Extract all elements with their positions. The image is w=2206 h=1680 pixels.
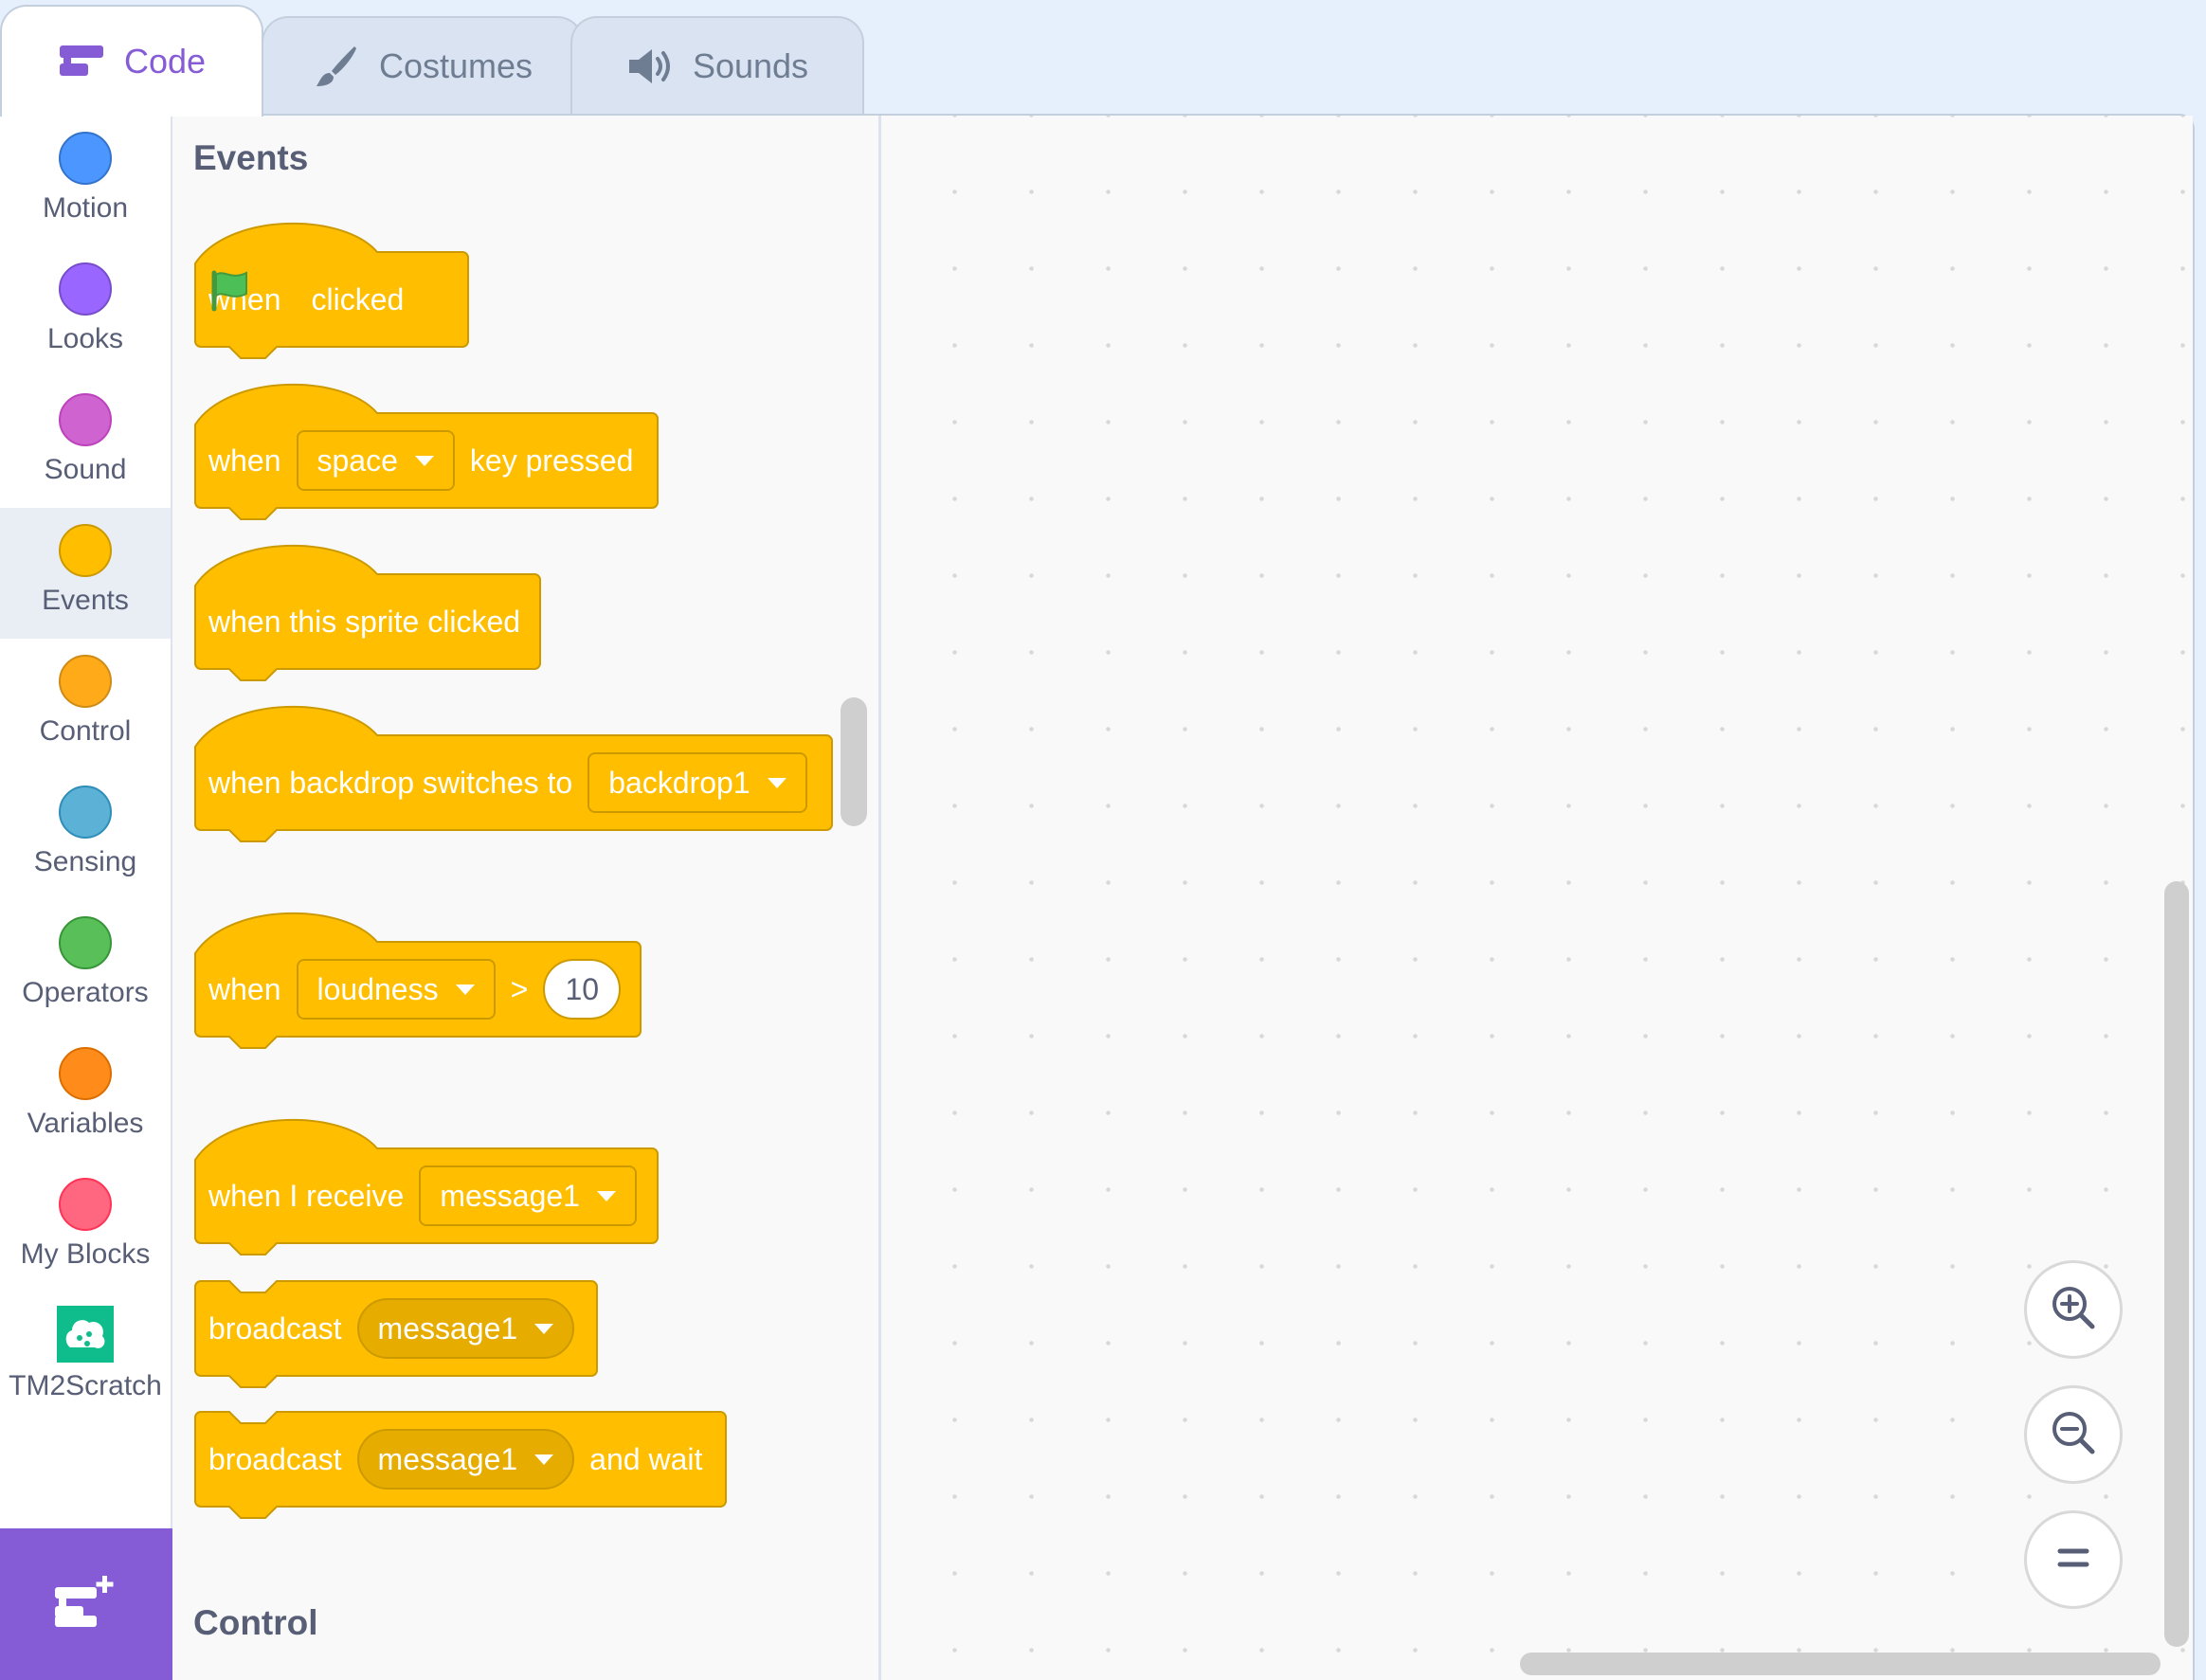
my-blocks-dot-icon xyxy=(59,1178,112,1231)
variables-dot-icon xyxy=(59,1047,112,1100)
broadcast-block[interactable]: broadcast message1 xyxy=(191,1277,601,1391)
dropdown-value: loudness xyxy=(316,971,439,1006)
tab-code-label: Code xyxy=(123,42,207,81)
category-label: Control xyxy=(39,715,132,747)
palette-next-section-title: Control xyxy=(193,1603,318,1642)
block-text: and wait xyxy=(589,1441,703,1476)
operator-text: > xyxy=(510,971,529,1006)
block-text: when xyxy=(208,971,281,1006)
category-label: Sound xyxy=(44,454,127,485)
loudness-value-input[interactable]: 10 xyxy=(543,959,622,1020)
category-operators[interactable]: Operators xyxy=(0,900,171,1031)
tab-sounds-label: Sounds xyxy=(692,46,809,85)
when-loudness-greater-block[interactable]: when loudness > 10 xyxy=(191,908,644,1056)
category-label: My Blocks xyxy=(20,1238,151,1270)
dropdown-caret-icon xyxy=(767,777,787,788)
category-label: Looks xyxy=(46,323,124,354)
zoom-reset-button[interactable] xyxy=(2024,1510,2123,1609)
zoom-in-icon xyxy=(2047,1281,2100,1339)
block-text: when backdrop switches to xyxy=(208,765,573,800)
events-dot-icon xyxy=(59,524,112,577)
add-extension-icon xyxy=(53,1574,119,1635)
dropdown-value: backdrop1 xyxy=(608,765,750,800)
key-dropdown[interactable]: space xyxy=(296,430,455,491)
dropdown-value: message1 xyxy=(440,1178,580,1213)
add-extension-button[interactable] xyxy=(0,1528,172,1680)
block-text: when this sprite clicked xyxy=(208,604,521,639)
category-tm2scratch[interactable]: TM2Scratch xyxy=(0,1292,171,1423)
broadcast-and-wait-block[interactable]: broadcast message1 and wait xyxy=(191,1408,730,1522)
block-text: when xyxy=(208,443,281,478)
sensing-dot-icon xyxy=(59,786,112,839)
category-sensing[interactable]: Sensing xyxy=(0,769,171,900)
broadcast-wait-message-dropdown[interactable]: message1 xyxy=(356,1429,575,1490)
category-label: Operators xyxy=(22,977,149,1008)
category-looks[interactable]: Looks xyxy=(0,246,171,377)
category-label: Variables xyxy=(27,1108,144,1139)
when-i-receive-block[interactable]: when I receive message1 xyxy=(191,1114,661,1262)
code-workspace[interactable] xyxy=(883,116,2193,1680)
backdrop-dropdown[interactable]: backdrop1 xyxy=(588,752,807,813)
message-dropdown[interactable]: message1 xyxy=(419,1165,637,1226)
category-control[interactable]: Control xyxy=(0,639,171,769)
block-text: key pressed xyxy=(469,443,634,478)
workspace-vertical-scrollbar[interactable] xyxy=(2164,881,2189,1647)
category-menu: Motion Looks Sound Events Control Sensin… xyxy=(0,116,172,1680)
block-text: when I receive xyxy=(208,1178,405,1213)
looks-dot-icon xyxy=(59,262,112,316)
workspace-horizontal-scrollbar[interactable] xyxy=(1520,1653,2161,1675)
category-sound[interactable]: Sound xyxy=(0,377,171,508)
zoom-out-icon xyxy=(2047,1406,2100,1464)
operators-dot-icon xyxy=(59,916,112,969)
when-sprite-clicked-block[interactable]: when this sprite clicked xyxy=(191,540,544,688)
tab-costumes[interactable]: Costumes xyxy=(262,16,584,115)
brush-icon xyxy=(313,43,360,90)
category-label: Events xyxy=(42,585,129,616)
block-text: broadcast xyxy=(208,1441,342,1476)
when-flag-clicked-block[interactable]: when clicked xyxy=(191,218,472,366)
palette-scrollbar[interactable] xyxy=(841,697,867,826)
tab-code[interactable]: Code xyxy=(0,5,263,117)
sound-dot-icon xyxy=(59,393,112,446)
dropdown-value: message1 xyxy=(377,1310,518,1346)
tab-costumes-label: Costumes xyxy=(378,46,533,85)
dropdown-caret-icon xyxy=(534,1323,554,1334)
block-text: clicked xyxy=(311,281,405,316)
when-key-pressed-block[interactable]: when space key pressed xyxy=(191,379,661,527)
tm2scratch-icon xyxy=(57,1306,114,1363)
speaker-icon xyxy=(626,43,674,90)
sensor-dropdown[interactable]: loudness xyxy=(296,959,496,1020)
zoom-reset-icon xyxy=(2054,1544,2092,1577)
category-label: Motion xyxy=(42,192,129,224)
dropdown-caret-icon xyxy=(455,984,475,995)
category-variables[interactable]: Variables xyxy=(0,1031,171,1162)
tab-sounds[interactable]: Sounds xyxy=(570,16,864,115)
category-my-blocks[interactable]: My Blocks xyxy=(0,1162,171,1292)
code-icon xyxy=(58,38,105,85)
motion-dot-icon xyxy=(59,132,112,185)
dropdown-value: message1 xyxy=(377,1441,518,1476)
broadcast-message-dropdown[interactable]: message1 xyxy=(356,1298,575,1359)
palette-section-title: Events xyxy=(193,138,309,177)
category-label: Sensing xyxy=(33,846,137,877)
category-motion[interactable]: Motion xyxy=(0,116,171,246)
category-label: TM2Scratch xyxy=(9,1370,162,1401)
when-backdrop-switches-block[interactable]: when backdrop switches to backdrop1 xyxy=(191,701,836,849)
zoom-in-button[interactable] xyxy=(2024,1260,2123,1359)
category-events[interactable]: Events xyxy=(0,508,171,639)
dropdown-value: space xyxy=(316,443,398,478)
dropdown-caret-icon xyxy=(596,1190,616,1201)
control-dot-icon xyxy=(59,655,112,708)
dropdown-caret-icon xyxy=(414,455,434,466)
block-text: broadcast xyxy=(208,1310,342,1346)
zoom-out-button[interactable] xyxy=(2024,1385,2123,1484)
dropdown-caret-icon xyxy=(534,1454,554,1465)
